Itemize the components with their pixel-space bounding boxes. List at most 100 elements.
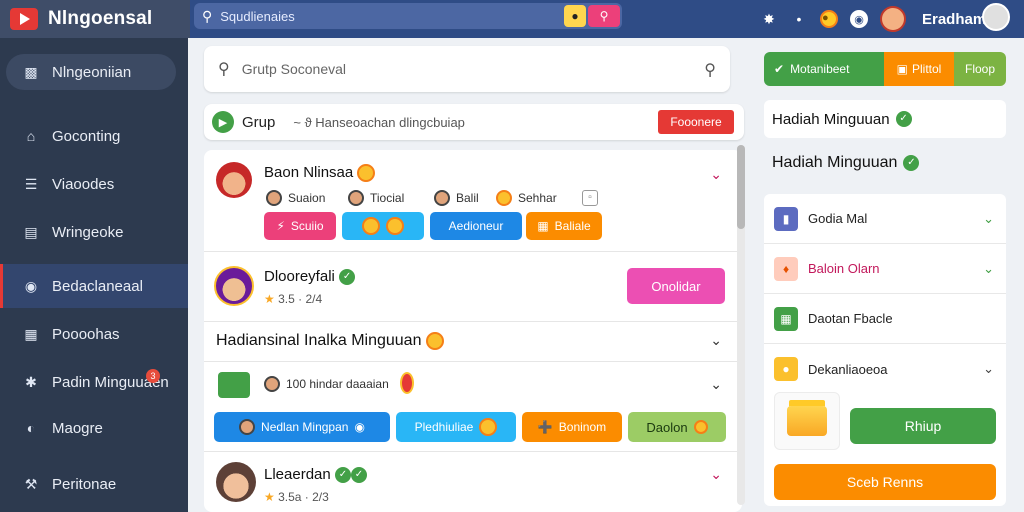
lock-icon[interactable]: ● [564,5,586,27]
chevron-down-icon[interactable]: ⌄ [710,332,722,349]
bar-chart-icon: ▩ [24,63,38,80]
chevron-down-icon[interactable]: ⌄ [710,166,722,183]
mini-user[interactable]: Balil [434,190,479,206]
reward-item[interactable]: ▦ Daotan Fbacle [764,294,1006,344]
star-icon: ✱ [25,373,37,390]
group-description: ~ ϑ Hanseoachan dlingcbuiap [293,114,465,130]
pill-button[interactable]: ➕ Boninom [522,412,622,442]
brand[interactable]: Nlngoensal [0,0,190,38]
list-icon: ☰ [24,175,38,192]
puzzle-icon[interactable]: ✸ [760,10,778,28]
group-search[interactable]: ⚲ Grutp Soconeval ⚲ [204,46,730,92]
pill-button[interactable]: Pledhiuliae [396,412,516,442]
sidebar: ▩ Nlngeoniian ⌂ Goconting ☰ Viaoodes ▤ W… [0,38,188,512]
rating-value: 3.5 · 2/4 [278,292,323,306]
reward-label: Dekanliaoeoa [808,361,888,377]
info-icon[interactable]: • [790,10,808,28]
chevron-down-icon[interactable]: ⌄ [983,261,994,277]
heading-text: Hadiah Minguuan [772,110,890,128]
target-icon: ◉ [24,277,38,294]
mini-user-name: Sehhar [518,191,557,205]
coin-icon[interactable]: ● [820,10,838,28]
mini-user[interactable]: Tiocial [348,190,404,206]
avatar[interactable] [214,266,254,306]
scrollbar-thumb[interactable] [737,145,745,229]
check-icon: ✔ [774,62,785,76]
pill-label: Daolon [646,419,688,435]
pill-button[interactable]: ⚡ Scuiio [264,212,336,240]
more-icon[interactable]: ▫ [582,190,598,206]
pill-label: Pledhiuliae [414,420,474,434]
green-action-button[interactable]: Rhiup [850,408,996,444]
sidebar-item-0[interactable]: ▩ Nlngeoniian [6,54,176,90]
chevron-down-icon[interactable]: ⌄ [983,211,994,227]
top-search-input[interactable]: Squdlienaies [220,9,294,24]
bolt-icon: ⚡ [276,219,285,233]
pill-label: Boninom [558,420,607,434]
play-logo-icon [10,8,38,30]
top-search-bar[interactable]: ⚲ Squdlienaies ● ⚲ [194,3,622,29]
reward-label: Baloin Olarn [808,261,880,276]
notification-icon[interactable]: ⚲ [588,5,620,27]
list-item: 100 hindar daaaian ⌄ Nedlan Mingpan ◉ Ple… [204,362,742,452]
post-author: Baon Nlinsaa [264,164,376,183]
mini-user-name: Balil [456,191,479,205]
plus-icon: ➕ [537,420,553,434]
sidebar-item-6[interactable]: ✱ Padin Minguuaen 3 [0,360,188,404]
chevron-down-icon[interactable]: ⌄ [983,361,994,377]
chevron-down-icon[interactable]: ⌄ [710,466,722,483]
section-row[interactable]: Hadiansinal Inalka Minguuan ⌄ [204,322,742,362]
post-action-button[interactable]: Onolidar [627,268,725,304]
user-name[interactable]: Eradham [922,11,986,28]
mini-user[interactable]: Sehhar [496,190,557,206]
grid-icon: ▦ [24,325,38,342]
coin-icon [479,418,498,436]
feed-scrollbar[interactable] [737,145,745,505]
group-search-input[interactable]: Grutp Soconeval [242,61,346,77]
reward-item[interactable]: ● Dekanliaoeoa ⌄ [764,344,1006,394]
sidebar-item-5[interactable]: ▦ Poooohas [0,312,188,356]
pill-button[interactable]: ▦ Baliale [526,212,602,240]
sidebar-item-label: Poooohas [52,325,120,343]
sidebar-item-7[interactable]: ◐ Maogre [0,406,188,450]
list-item: Baon Nlinsaa ⌄ Suaion Tiocial Balil Sehh… [204,150,742,252]
rating: ★ 3.5 · 2/4 [264,292,322,306]
list-item: Lleaerdan ✓ ✓ ★ 3.5a · 2/3 ⌄ [204,452,742,512]
right-button-group: ✔ Motanibeet ▣ Plittol Floop [764,52,1006,86]
sidebar-item-2[interactable]: ☰ Viaoodes [0,162,188,206]
globe-icon[interactable]: ◉ [850,10,868,28]
sidebar-item-8[interactable]: ⚒ Peritonae [0,462,188,506]
coins-pill[interactable] [342,212,424,240]
floop-button[interactable]: Floop [954,52,1006,86]
mini-user[interactable]: Suaion [266,190,325,206]
search-icon[interactable]: ⚲ [704,60,716,80]
orange-action-button[interactable]: Sceb Renns [774,464,996,500]
sidebar-item-4[interactable]: ◉ Bedaclaneaal [0,264,188,308]
reward-item[interactable]: ♦ Baloin Olarn ⌄ [764,244,1006,294]
pill-button[interactable]: Aedioneur [430,212,522,240]
pill-label: Scuiio [290,219,324,233]
motanibeet-button[interactable]: ✔ Motanibeet [764,52,884,86]
pill-label: Baliale [554,219,591,233]
top-icon-group: ✸ • ● ◉ Eradham [760,6,986,32]
sidebar-item-label: Nlngeoniian [52,63,132,81]
gold-bar [787,406,827,436]
coin-icon [357,164,376,183]
group-label: Grup [242,113,276,131]
chevron-down-icon[interactable]: ⌄ [710,376,722,393]
pill-button[interactable]: Daolon [628,412,726,442]
avatar [266,190,282,206]
mini-user-name: Tiocial [370,191,405,205]
pill-button[interactable]: Nedlan Mingpan ◉ [214,412,390,442]
reward-item[interactable]: ▮ Godia Mal ⌄ [764,194,1006,244]
sidebar-item-3[interactable]: ▤ Wringeoke [0,210,188,254]
avatar[interactable] [880,6,906,32]
group-action-button[interactable]: Fooonere [658,110,734,134]
app-title: Nlngoensal [48,8,153,29]
profile-avatar[interactable] [982,3,1010,31]
avatar[interactable] [216,162,252,198]
sidebar-item-1[interactable]: ⌂ Goconting [0,114,188,158]
right-panel: ✔ Motanibeet ▣ Plittol Floop Hadiah Minguu… [760,38,1010,512]
plittol-button[interactable]: ▣ Plittol [884,52,954,86]
avatar[interactable] [216,462,256,502]
